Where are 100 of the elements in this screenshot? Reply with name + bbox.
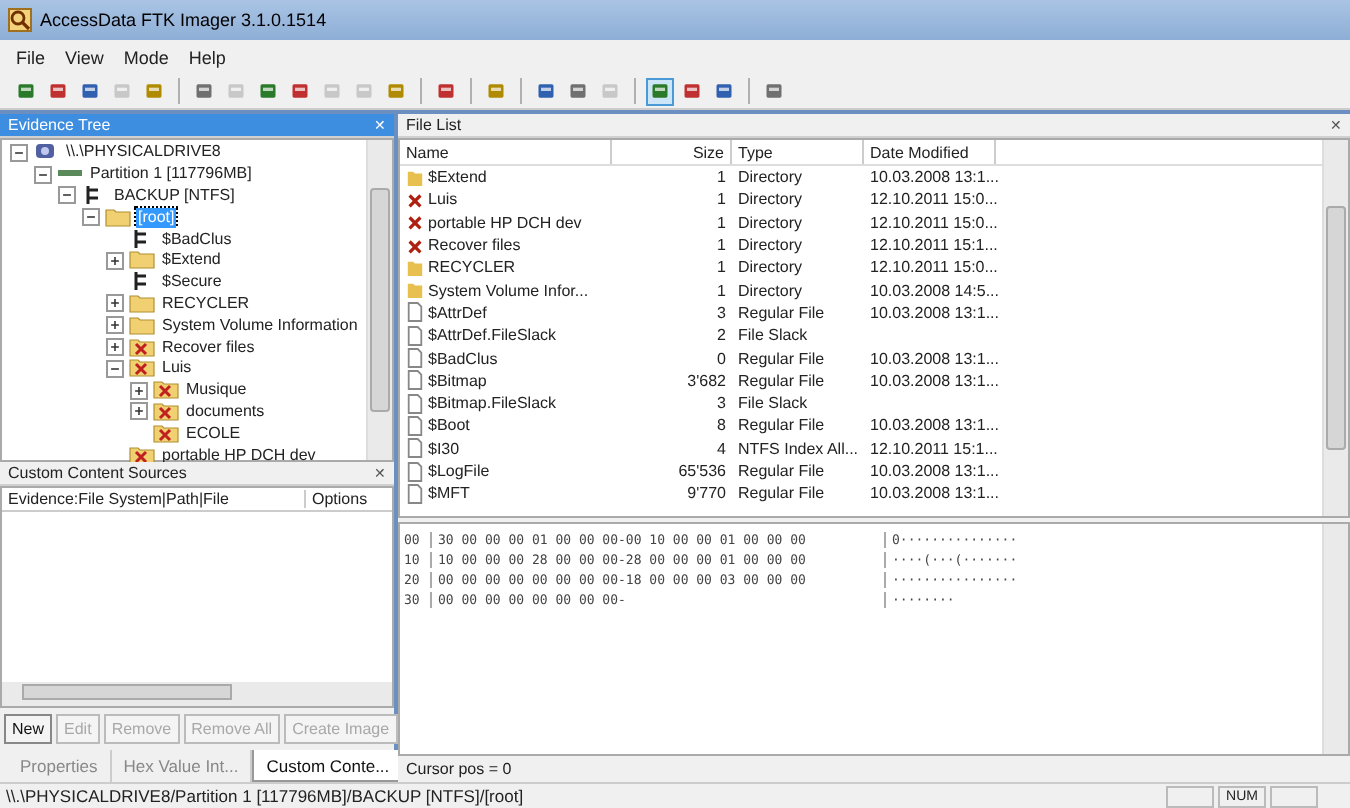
tree-item[interactable]: BACKUP [NTFS] (112, 185, 237, 206)
scrollbar[interactable] (1322, 140, 1348, 516)
tree-item[interactable]: System Volume Information (160, 315, 360, 336)
table-cell-text: 9'770 (685, 484, 728, 503)
table-cell-text: Directory (736, 281, 805, 300)
scrollbar[interactable] (1322, 524, 1348, 754)
table-cell-text: Regular File (736, 462, 827, 480)
tree-item[interactable]: documents (184, 401, 267, 422)
pane-title: Custom Content Sources (8, 464, 187, 482)
square-icon (258, 80, 278, 102)
square-icon (714, 80, 734, 102)
expander-box[interactable] (34, 165, 52, 184)
menu-item[interactable]: View (65, 47, 104, 67)
expander-box[interactable] (106, 251, 124, 270)
square-icon (16, 80, 36, 102)
table-cell-text: 1 (715, 236, 728, 255)
expander-box[interactable] (130, 402, 148, 421)
expander-box[interactable] (130, 381, 148, 400)
table-cell-text: Directory (736, 258, 805, 277)
table-cell-text: 8 (715, 416, 728, 435)
column-header[interactable]: Type (732, 140, 864, 164)
drive-icon (32, 142, 60, 163)
table-cell-text: Directory (736, 168, 805, 187)
tree-item[interactable]: Recover files (160, 337, 257, 358)
column-header[interactable]: Options (306, 490, 392, 508)
table-cell-text: NTFS Index All... (736, 439, 861, 458)
menu-item[interactable]: Help (188, 47, 226, 67)
expander-box[interactable] (106, 359, 124, 378)
table-cell-text: Regular File (736, 484, 827, 503)
deleted-folder-icon (152, 401, 180, 422)
table-cell: $Boot (428, 416, 470, 435)
table-cell-text: Regular File (736, 303, 827, 322)
table-cell-text: 1 (715, 190, 728, 209)
table-cell-text: File Slack (736, 326, 810, 345)
square-icon (486, 80, 506, 102)
table-cell: $I30 (428, 439, 460, 458)
tree-item[interactable]: portable HP DCH dev (160, 445, 318, 466)
tree-item[interactable]: Musique (184, 380, 249, 401)
deleted-folder-icon (128, 445, 156, 466)
table-cell-text: 10.03.2008 13:1... (868, 484, 996, 503)
square-icon (650, 80, 670, 102)
table-cell: $Extend (428, 168, 487, 187)
tree-item[interactable]: $BadClus (160, 229, 234, 250)
table-cell-text: 12.10.2011 15:1... (868, 439, 996, 458)
table-cell-text: 65'536 (676, 462, 728, 480)
cross-icon (406, 235, 424, 256)
status-panel (1166, 785, 1214, 807)
tree-item[interactable]: Partition 1 [117796MB] (88, 164, 254, 185)
tree-item[interactable]: \\.\PHYSICALDRIVE8 (64, 142, 223, 163)
column-header[interactable]: Evidence:File System|Path|File (2, 490, 306, 508)
square-icon (536, 80, 556, 102)
scrollbar[interactable] (2, 682, 392, 706)
deleted-folder-icon (152, 380, 180, 401)
expander-box[interactable] (82, 208, 100, 227)
table-cell-text: Regular File (736, 349, 827, 368)
table-cell-text: 12.10.2011 15:0... (868, 258, 996, 277)
expander-box[interactable] (58, 186, 76, 205)
table-cell-text: 10.03.2008 14:5... (868, 281, 996, 300)
table-cell-text: File Slack (736, 394, 810, 413)
expander-box[interactable] (10, 143, 28, 162)
expander-box[interactable] (106, 294, 124, 313)
column-header[interactable]: Name (400, 140, 612, 164)
square-icon (48, 80, 68, 102)
table-cell-text: Regular File (736, 416, 827, 435)
scrollbar[interactable] (366, 140, 392, 460)
status-panel (1270, 785, 1318, 807)
folder-icon (128, 250, 156, 271)
table-cell-text: 4 (715, 439, 728, 458)
magnifier-icon (8, 8, 32, 32)
square-icon (600, 80, 620, 102)
square-icon (194, 80, 214, 102)
tree-item[interactable]: ECOLE (184, 423, 243, 444)
menu-item[interactable]: File (16, 47, 46, 67)
file-icon (406, 438, 424, 459)
tree-item[interactable]: Luis (160, 358, 194, 379)
expander-box[interactable] (106, 338, 124, 357)
square-icon (436, 80, 456, 102)
folder-icon (406, 280, 424, 301)
table-cell-text: 3 (715, 303, 728, 322)
column-header[interactable]: Size (612, 140, 732, 164)
table-cell: Luis (428, 190, 458, 209)
table-cell-text: 2 (715, 326, 728, 345)
tree-item[interactable]: $Secure (160, 272, 224, 293)
expander-box[interactable] (106, 316, 124, 335)
tab[interactable]: Custom Conte... (252, 750, 404, 782)
table-cell-text: Directory (736, 213, 805, 232)
pane-title: Evidence Tree (8, 116, 111, 134)
table-cell-text: 12.10.2011 15:1... (868, 236, 996, 255)
tree-item[interactable]: $Extend (160, 250, 223, 271)
table-cell: $Bitmap (428, 371, 487, 390)
window-title: AccessData FTK Imager 3.1.0.1514 (40, 10, 327, 30)
tree-item[interactable]: RECYCLER (160, 293, 252, 314)
column-header[interactable]: Date Modified (864, 140, 996, 164)
menu-item[interactable]: Mode (123, 47, 169, 67)
table-cell-text: 10.03.2008 13:1... (868, 349, 996, 368)
square-icon (568, 80, 588, 102)
toolbar-button[interactable] (646, 77, 674, 105)
table-cell-text: 10.03.2008 13:1... (868, 462, 996, 480)
square-icon (144, 80, 164, 102)
action-button[interactable]: New (4, 714, 53, 744)
